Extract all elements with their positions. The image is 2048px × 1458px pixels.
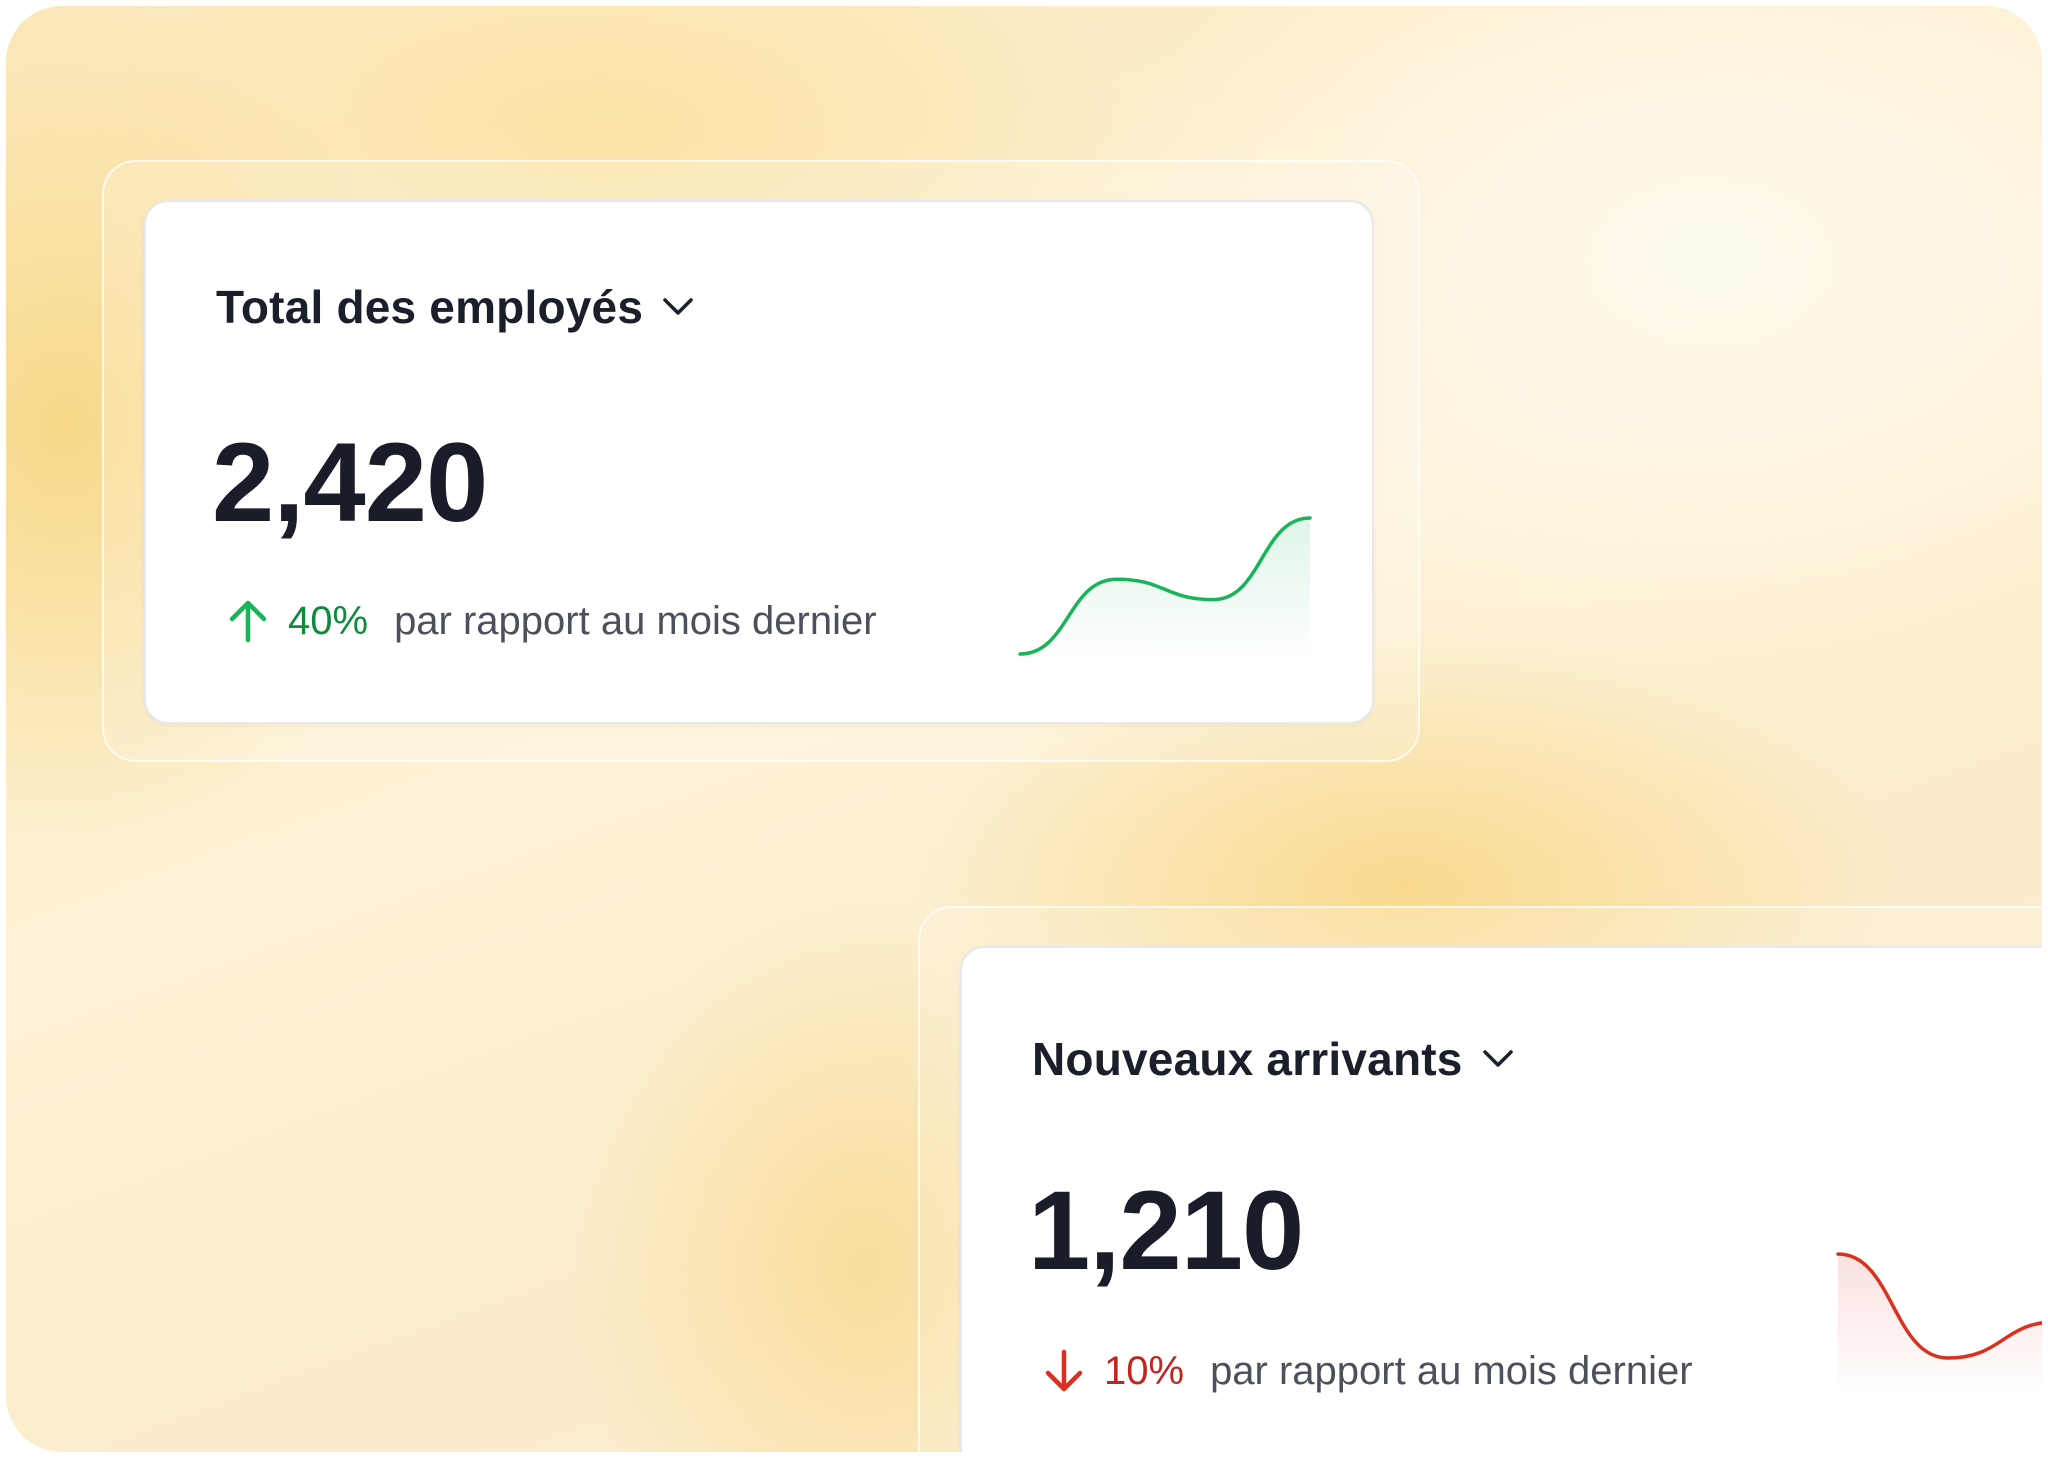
card-title: Total des employés <box>216 281 644 333</box>
total-employees-sparkline <box>1018 516 1312 660</box>
new-arrivals-change: 10% par rapport au mois dernier <box>1042 1348 1693 1394</box>
sparkline-area <box>1838 1254 2042 1398</box>
chevron-down-icon <box>663 298 693 315</box>
change-percent: 40% <box>288 598 369 643</box>
total-employees-dropdown[interactable]: Total des employés <box>216 280 695 334</box>
new-arrivals-sparkline <box>1836 1252 2042 1398</box>
change-caption: par rapport au mois dernier <box>1210 1348 1693 1393</box>
change-percent: 10% <box>1104 1348 1185 1393</box>
new-arrivals-value: 1,210 <box>1028 1168 1304 1293</box>
total-employees-change: 40% par rapport au mois dernier <box>226 598 877 644</box>
new-arrivals-dropdown[interactable]: Nouveaux arrivants <box>1032 1032 1515 1086</box>
total-employees-card: Total des employés 2,420 40% par rapport… <box>144 200 1374 724</box>
dashboard-background: Total des employés 2,420 40% par rapport… <box>6 6 2042 1452</box>
change-caption: par rapport au mois dernier <box>394 598 877 643</box>
chevron-down-icon <box>1482 1050 1513 1067</box>
new-arrivals-card: Nouveaux arrivants 1,210 10% par rapport… <box>960 946 2042 1452</box>
card-title: Nouveaux arrivants <box>1032 1033 1463 1085</box>
arrow-up-icon <box>229 600 267 643</box>
total-employees-value: 2,420 <box>212 420 488 545</box>
arrow-down-icon <box>1045 1349 1083 1392</box>
